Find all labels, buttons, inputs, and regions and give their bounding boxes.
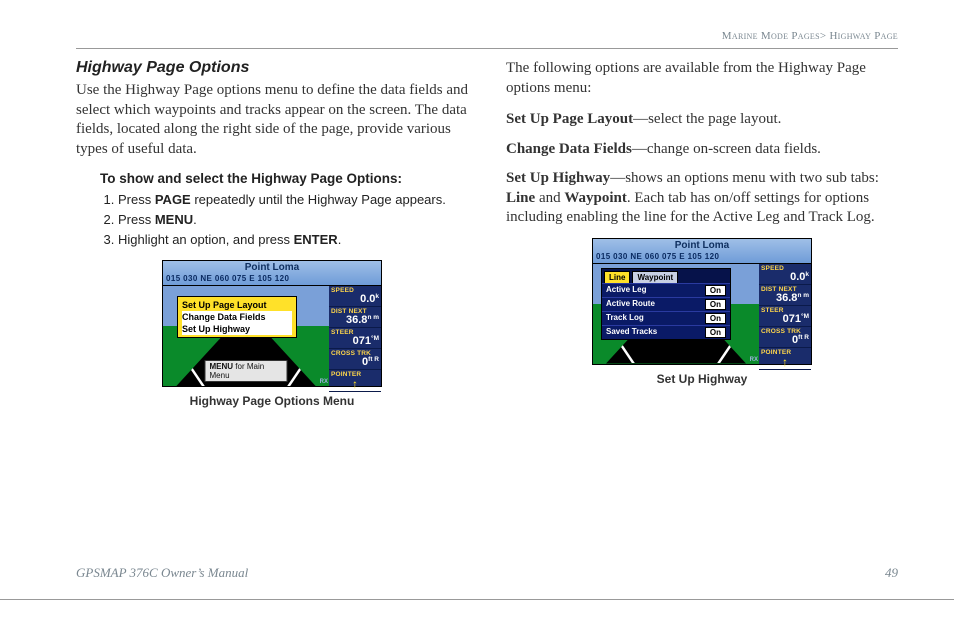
menu-item[interactable]: Change Data Fields xyxy=(182,311,292,323)
arrow-up-icon: ↑ xyxy=(761,356,809,368)
manual-page: Marine Mode Pages> Highway Page Highway … xyxy=(0,0,954,600)
options-popup: Set Up Page Layout Change Data Fields Se… xyxy=(177,296,297,338)
data-field: CROSS TRK0ft R xyxy=(329,349,381,370)
toggle-row[interactable]: Track LogOn xyxy=(602,311,730,325)
tab-waypoint[interactable]: Waypoint xyxy=(632,271,678,283)
gps-title: Point Loma xyxy=(165,262,379,273)
data-fields-panel: SPEED0.0k DIST NEXT36.8n m STEER071°M CR… xyxy=(329,286,381,386)
toggle-row[interactable]: Active RouteOn xyxy=(602,297,730,311)
breadcrumb: Marine Mode Pages> Highway Page xyxy=(76,30,898,42)
option-item: Change Data Fields—change on-screen data… xyxy=(506,140,898,160)
breadcrumb-sep: > xyxy=(820,30,827,42)
option-item: Set Up Page Layout—select the page layou… xyxy=(506,110,898,130)
arrow-up-icon: ↑ xyxy=(331,378,379,390)
step-item: Press MENU. xyxy=(118,210,468,230)
gps-title: Point Loma xyxy=(595,240,809,251)
gps-main-view: Set Up Page Layout Change Data Fields Se… xyxy=(163,286,329,386)
intro-paragraph: Use the Highway Page options menu to def… xyxy=(76,81,468,159)
toggle-row[interactable]: Active LegOn xyxy=(602,283,730,297)
gps-header: Point Loma 015 030 NE 060 075 E 105 120 xyxy=(163,261,381,286)
data-fields-panel: SPEED0.0k DIST NEXT36.8n m STEER071°M CR… xyxy=(759,264,811,364)
menu-item[interactable]: Set Up Page Layout xyxy=(182,299,292,311)
data-field: POINTER↑ xyxy=(759,348,811,370)
intro-paragraph: The following options are available from… xyxy=(506,59,898,98)
breadcrumb-left: Marine Mode Pages xyxy=(722,30,820,42)
step-item: Highlight an option, and press ENTER. xyxy=(118,230,468,250)
gps-compass: 015 030 NE 060 075 E 105 120 xyxy=(595,251,809,263)
menu-item[interactable]: Set Up Highway xyxy=(182,323,292,335)
gps-screen: Point Loma 015 030 NE 060 075 E 105 120 … xyxy=(162,260,382,387)
data-field: POINTER↑ xyxy=(329,370,381,392)
step-item: Press PAGE repeatedly until the Highway … xyxy=(118,190,468,210)
rx-indicator: RX xyxy=(320,379,328,385)
data-field: DIST NEXT36.8n m xyxy=(759,285,811,306)
data-field: SPEED0.0k xyxy=(329,286,381,307)
gps-screen: Point Loma 015 030 NE 060 075 E 105 120 … xyxy=(592,238,812,365)
steps-list: Press PAGE repeatedly until the Highway … xyxy=(118,190,468,250)
rule xyxy=(76,48,898,49)
data-field: CROSS TRK0ft R xyxy=(759,327,811,348)
left-column: Highway Page Options Use the Highway Pag… xyxy=(76,59,468,408)
gps-compass: 015 030 NE 060 075 E 105 120 xyxy=(165,273,379,285)
rx-indicator: RX xyxy=(750,357,758,363)
options-list: Set Up Page Layout—select the page layou… xyxy=(506,110,898,228)
steps-title: To show and select the Highway Page Opti… xyxy=(100,171,468,186)
toggle-row[interactable]: Saved TracksOn xyxy=(602,325,730,339)
menu-hint: MENU for Main Menu xyxy=(205,360,288,382)
page-number: 49 xyxy=(885,565,898,581)
breadcrumb-right: Highway Page xyxy=(829,30,898,42)
section-title: Highway Page Options xyxy=(76,59,468,77)
figure-caption: Set Up Highway xyxy=(506,372,898,386)
tab-line[interactable]: Line xyxy=(604,271,630,283)
figure-1: Point Loma 015 030 NE 060 075 E 105 120 … xyxy=(76,260,468,408)
page-footer: GPSMAP 376C Owner’s Manual 49 xyxy=(76,565,898,581)
setup-highway-popup: Line Waypoint Active LegOn Active RouteO… xyxy=(601,268,731,340)
gps-header: Point Loma 015 030 NE 060 075 E 105 120 xyxy=(593,239,811,264)
right-column: The following options are available from… xyxy=(506,59,898,408)
figure-caption: Highway Page Options Menu xyxy=(76,394,468,408)
data-field: STEER071°M xyxy=(329,328,381,349)
figure-2: Point Loma 015 030 NE 060 075 E 105 120 … xyxy=(506,238,898,386)
data-field: SPEED0.0k xyxy=(759,264,811,285)
manual-title: GPSMAP 376C Owner’s Manual xyxy=(76,565,248,581)
data-field: STEER071°M xyxy=(759,306,811,327)
data-field: DIST NEXT36.8n m xyxy=(329,307,381,328)
option-item: Set Up Highway—shows an options menu wit… xyxy=(506,169,898,228)
tab-bar: Line Waypoint xyxy=(602,269,730,283)
gps-main-view: Line Waypoint Active LegOn Active RouteO… xyxy=(593,264,759,364)
